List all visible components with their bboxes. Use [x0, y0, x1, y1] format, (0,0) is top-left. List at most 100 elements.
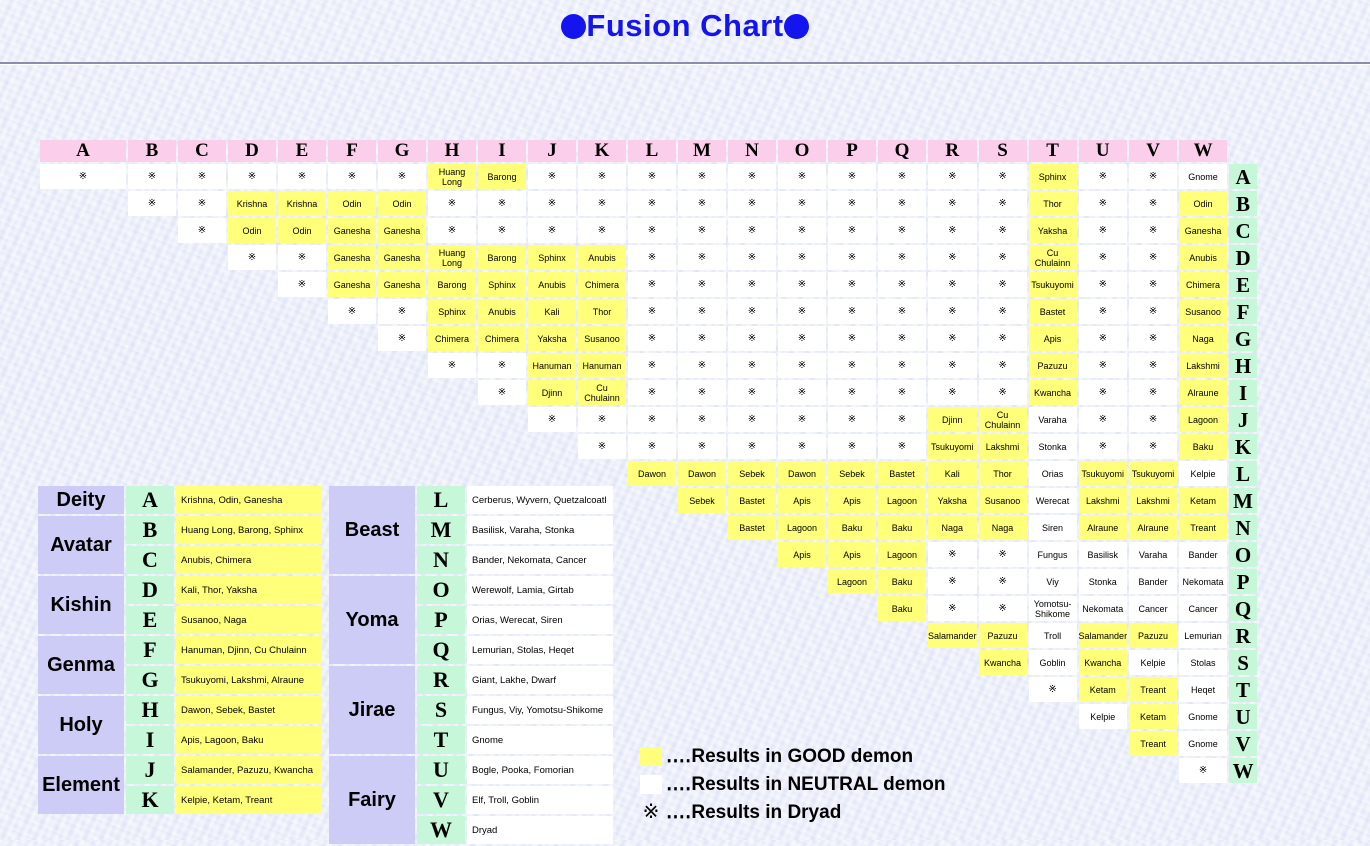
- fusion-cell-ps[interactable]: ※: [978, 569, 1027, 594]
- fusion-cell-jn[interactable]: ※: [728, 407, 776, 432]
- fusion-cell-ks[interactable]: Lakshmi: [978, 434, 1027, 459]
- fusion-cell-do[interactable]: ※: [778, 245, 826, 270]
- fusion-cell-dq[interactable]: ※: [878, 245, 926, 270]
- fusion-cell-rr[interactable]: Salamander: [928, 623, 977, 648]
- fusion-cell-ai[interactable]: Barong: [478, 164, 526, 189]
- fusion-cell-os[interactable]: ※: [978, 542, 1027, 567]
- fusion-cell-hi[interactable]: ※: [478, 353, 526, 378]
- fusion-cell-kr[interactable]: Tsukuyomi: [928, 434, 977, 459]
- fusion-cell-jp[interactable]: ※: [828, 407, 876, 432]
- fusion-cell-jk[interactable]: ※: [578, 407, 626, 432]
- fusion-cell-gp[interactable]: ※: [828, 326, 876, 351]
- fusion-cell-gg[interactable]: ※: [378, 326, 426, 351]
- fusion-cell-ip[interactable]: ※: [828, 380, 876, 405]
- fusion-cell-ap[interactable]: ※: [828, 164, 876, 189]
- fusion-cell-ou[interactable]: Basilisk: [1078, 542, 1128, 567]
- fusion-cell-ah[interactable]: Huang Long: [428, 164, 476, 189]
- fusion-cell-iw[interactable]: Alraune: [1179, 380, 1228, 405]
- fusion-cell-ir[interactable]: ※: [928, 380, 977, 405]
- fusion-cell-mr[interactable]: Yaksha: [928, 488, 977, 513]
- fusion-cell-uw[interactable]: Gnome: [1179, 704, 1228, 729]
- fusion-cell-bh[interactable]: ※: [428, 191, 476, 216]
- fusion-cell-jo[interactable]: ※: [778, 407, 826, 432]
- fusion-cell-pr[interactable]: ※: [928, 569, 977, 594]
- fusion-cell-bg[interactable]: Odin: [378, 191, 426, 216]
- fusion-cell-kq[interactable]: ※: [878, 434, 926, 459]
- fusion-cell-pq[interactable]: Baku: [878, 569, 926, 594]
- fusion-cell-ot[interactable]: Fungus: [1028, 542, 1077, 567]
- fusion-cell-aa[interactable]: ※: [40, 164, 126, 189]
- fusion-cell-fq[interactable]: ※: [878, 299, 926, 324]
- fusion-cell-ij[interactable]: Djinn: [528, 380, 576, 405]
- fusion-cell-su[interactable]: Kwancha: [1078, 650, 1128, 675]
- fusion-cell-ht[interactable]: Pazuzu: [1028, 353, 1077, 378]
- fusion-cell-ek[interactable]: Chimera: [578, 272, 626, 297]
- fusion-cell-gq[interactable]: ※: [878, 326, 926, 351]
- fusion-cell-mp[interactable]: Apis: [828, 488, 876, 513]
- fusion-cell-de[interactable]: ※: [278, 245, 326, 270]
- fusion-cell-tw[interactable]: Heqet: [1179, 677, 1228, 702]
- fusion-cell-dv[interactable]: ※: [1129, 245, 1178, 270]
- fusion-cell-qw[interactable]: Cancer: [1179, 596, 1228, 621]
- fusion-cell-hr[interactable]: ※: [928, 353, 977, 378]
- fusion-cell-cw[interactable]: Ganesha: [1179, 218, 1228, 243]
- fusion-cell-fl[interactable]: ※: [628, 299, 676, 324]
- fusion-cell-tv[interactable]: Treant: [1129, 677, 1178, 702]
- fusion-cell-dm[interactable]: ※: [678, 245, 726, 270]
- fusion-cell-fm[interactable]: ※: [678, 299, 726, 324]
- fusion-cell-fk[interactable]: Thor: [578, 299, 626, 324]
- fusion-cell-qq[interactable]: Baku: [878, 596, 926, 621]
- fusion-cell-cp[interactable]: ※: [828, 218, 876, 243]
- fusion-cell-hv[interactable]: ※: [1129, 353, 1178, 378]
- fusion-cell-st[interactable]: Goblin: [1028, 650, 1077, 675]
- fusion-cell-ru[interactable]: Salamander: [1078, 623, 1128, 648]
- fusion-cell-du[interactable]: ※: [1078, 245, 1128, 270]
- fusion-cell-pp[interactable]: Lagoon: [828, 569, 876, 594]
- fusion-cell-kt[interactable]: Stonka: [1028, 434, 1077, 459]
- fusion-cell-cm[interactable]: ※: [678, 218, 726, 243]
- fusion-cell-sv[interactable]: Kelpie: [1129, 650, 1178, 675]
- fusion-cell-ds[interactable]: ※: [978, 245, 1027, 270]
- fusion-cell-el[interactable]: ※: [628, 272, 676, 297]
- fusion-cell-ju[interactable]: ※: [1078, 407, 1128, 432]
- fusion-cell-vw[interactable]: Gnome: [1179, 731, 1228, 756]
- fusion-cell-bf[interactable]: Odin: [328, 191, 376, 216]
- fusion-cell-mu[interactable]: Lakshmi: [1078, 488, 1128, 513]
- fusion-cell-sw[interactable]: Stolas: [1179, 650, 1228, 675]
- fusion-cell-fg[interactable]: ※: [378, 299, 426, 324]
- fusion-cell-cd[interactable]: Odin: [228, 218, 276, 243]
- fusion-cell-eo[interactable]: ※: [778, 272, 826, 297]
- fusion-cell-nn[interactable]: Bastet: [728, 515, 776, 540]
- fusion-cell-aw[interactable]: Gnome: [1179, 164, 1228, 189]
- fusion-cell-bo[interactable]: ※: [778, 191, 826, 216]
- fusion-cell-rw[interactable]: Lemurian: [1179, 623, 1228, 648]
- fusion-cell-jq[interactable]: ※: [878, 407, 926, 432]
- fusion-cell-cf[interactable]: Ganesha: [328, 218, 376, 243]
- fusion-cell-cc[interactable]: ※: [178, 218, 226, 243]
- fusion-cell-ow[interactable]: Bander: [1179, 542, 1228, 567]
- fusion-cell-gs[interactable]: ※: [978, 326, 1027, 351]
- fusion-cell-ak[interactable]: ※: [578, 164, 626, 189]
- fusion-cell-hh[interactable]: ※: [428, 353, 476, 378]
- fusion-cell-lr[interactable]: Kali: [928, 461, 977, 486]
- fusion-cell-eh[interactable]: Barong: [428, 272, 476, 297]
- fusion-cell-mo[interactable]: Apis: [778, 488, 826, 513]
- fusion-cell-hw[interactable]: Lakshmi: [1179, 353, 1228, 378]
- fusion-cell-bj[interactable]: ※: [528, 191, 576, 216]
- fusion-cell-fp[interactable]: ※: [828, 299, 876, 324]
- fusion-cell-nu[interactable]: Alraune: [1078, 515, 1128, 540]
- fusion-cell-fr[interactable]: ※: [928, 299, 977, 324]
- fusion-cell-js[interactable]: Cu Chulainn: [978, 407, 1027, 432]
- fusion-cell-cn[interactable]: ※: [728, 218, 776, 243]
- fusion-cell-bq[interactable]: ※: [878, 191, 926, 216]
- fusion-cell-eg[interactable]: Ganesha: [378, 272, 426, 297]
- fusion-cell-ac[interactable]: ※: [178, 164, 226, 189]
- fusion-cell-tu[interactable]: Ketam: [1078, 677, 1128, 702]
- fusion-cell-no[interactable]: Lagoon: [778, 515, 826, 540]
- fusion-cell-cg[interactable]: Ganesha: [378, 218, 426, 243]
- fusion-cell-gv[interactable]: ※: [1129, 326, 1178, 351]
- fusion-cell-jj[interactable]: ※: [528, 407, 576, 432]
- fusion-cell-ho[interactable]: ※: [778, 353, 826, 378]
- fusion-cell-rt[interactable]: Troll: [1028, 623, 1077, 648]
- fusion-cell-hk[interactable]: Hanuman: [578, 353, 626, 378]
